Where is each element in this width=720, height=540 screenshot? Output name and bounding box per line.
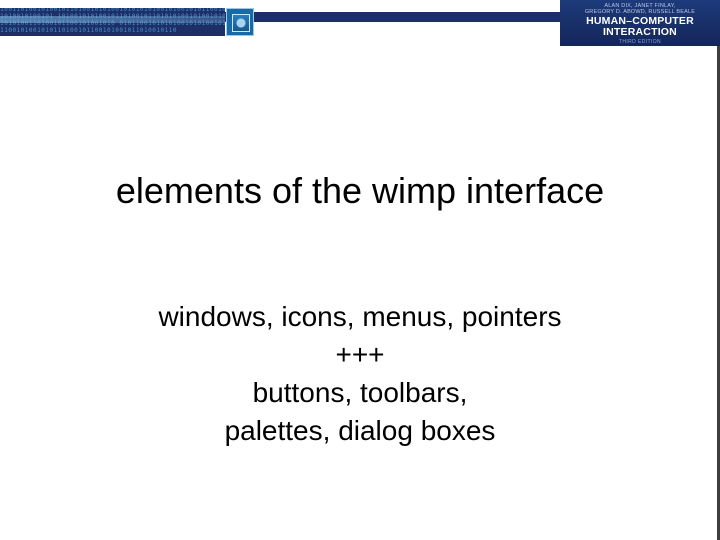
book-edition: THIRD EDITION — [566, 39, 714, 45]
top-banner: ALAN DIX, JANET FINLAY, GREGORY D. ABOWD… — [0, 0, 720, 46]
book-title-line2: INTERACTION — [603, 26, 677, 38]
slide-title: elements of the wimp interface — [0, 170, 720, 212]
banner-binary-graphic — [0, 8, 225, 36]
body-line-3: buttons, toolbars, — [0, 374, 720, 412]
book-authors: ALAN DIX, JANET FINLAY, GREGORY D. ABOWD… — [566, 3, 714, 15]
body-line-1: windows, icons, menus, pointers — [0, 298, 720, 336]
slide-content: elements of the wimp interface windows, … — [0, 46, 720, 540]
book-cover: ALAN DIX, JANET FINLAY, GREGORY D. ABOWD… — [560, 0, 720, 46]
book-title: HUMAN–COMPUTER INTERACTION — [566, 16, 714, 38]
body-line-4: palettes, dialog boxes — [0, 412, 720, 450]
body-line-2: +++ — [0, 336, 720, 374]
banner-emblem-icon — [226, 8, 254, 36]
slide-body: windows, icons, menus, pointers +++ butt… — [0, 298, 720, 450]
